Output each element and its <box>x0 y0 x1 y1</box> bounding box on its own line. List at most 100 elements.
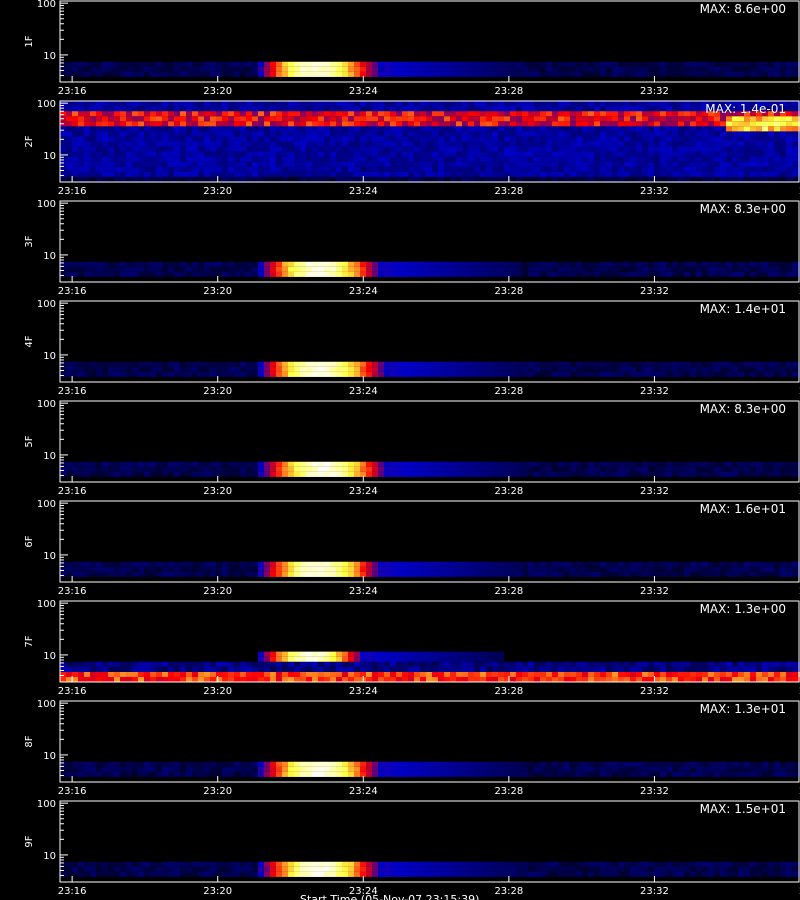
heatmap-cell <box>360 66 366 72</box>
heatmap-cell <box>672 566 678 572</box>
heatmap-cell <box>600 471 606 477</box>
heatmap-cell <box>516 101 522 107</box>
heatmap-cell <box>204 171 210 177</box>
heatmap-cell <box>318 566 324 572</box>
heatmap-cell <box>174 176 180 182</box>
heatmap-cell <box>132 141 138 147</box>
heatmap-cell <box>792 146 798 152</box>
heatmap-cell <box>726 561 732 567</box>
heatmap-cell <box>726 161 732 167</box>
heatmap-cell <box>606 671 612 677</box>
heatmap-cell <box>210 141 216 147</box>
heatmap-cell <box>486 566 492 572</box>
heatmap-cell <box>558 771 564 777</box>
heatmap-cell <box>450 661 456 667</box>
heatmap-cell <box>300 566 306 572</box>
heatmap-cell <box>774 271 780 277</box>
heatmap-cell <box>546 361 552 367</box>
heatmap-cell <box>546 126 552 132</box>
heatmap-cell <box>762 71 768 77</box>
heatmap-cell <box>282 111 288 117</box>
heatmap-cell <box>390 566 396 572</box>
heatmap-cell <box>750 166 756 172</box>
heatmap-cell <box>96 261 102 267</box>
heatmap-cell <box>492 471 498 477</box>
heatmap-cell <box>246 666 252 672</box>
heatmap-cell <box>306 271 312 277</box>
heatmap-cell <box>516 131 522 137</box>
heatmap-cell <box>456 146 462 152</box>
heatmap-cell <box>186 156 192 162</box>
heatmap-cell <box>792 111 798 117</box>
heatmap-cell <box>516 121 522 127</box>
heatmap-cell <box>312 61 318 67</box>
heatmap-cell <box>702 121 708 127</box>
heatmap-cell <box>552 101 558 107</box>
heatmap-cell <box>258 766 264 772</box>
heatmap-cell <box>402 371 408 377</box>
heatmap-cell <box>216 121 222 127</box>
heatmap-cell <box>462 116 468 122</box>
heatmap-cell <box>684 661 690 667</box>
heatmap-cell <box>60 371 66 377</box>
heatmap-cell <box>636 661 642 667</box>
heatmap-cell <box>756 661 762 667</box>
heatmap-cell <box>618 146 624 152</box>
heatmap-cell <box>240 571 246 577</box>
heatmap-cell <box>96 371 102 377</box>
heatmap-5f <box>60 461 800 477</box>
heatmap-cell <box>300 266 306 272</box>
heatmap-cell <box>774 146 780 152</box>
heatmap-cell <box>90 461 96 467</box>
heatmap-cell <box>570 61 576 67</box>
heatmap-cell <box>402 661 408 667</box>
heatmap-cell <box>300 771 306 777</box>
heatmap-cell <box>72 271 78 277</box>
heatmap-cell <box>276 136 282 142</box>
heatmap-cell <box>696 106 702 112</box>
heatmap-cell <box>174 126 180 132</box>
heatmap-cell <box>528 261 534 267</box>
heatmap-cell <box>600 156 606 162</box>
heatmap-cell <box>450 146 456 152</box>
heatmap-cell <box>720 461 726 467</box>
heatmap-cell <box>312 461 318 467</box>
heatmap-cell <box>588 561 594 567</box>
heatmap-cell <box>96 111 102 117</box>
heatmap-cell <box>648 466 654 472</box>
heatmap-cell <box>432 131 438 137</box>
heatmap-cell <box>600 161 606 167</box>
heatmap-cell <box>468 676 474 682</box>
heatmap-cell <box>414 261 420 267</box>
heatmap-cell <box>780 121 786 127</box>
heatmap-cell <box>396 121 402 127</box>
heatmap-cell <box>564 266 570 272</box>
heatmap-cell <box>528 101 534 107</box>
heatmap-cell <box>330 111 336 117</box>
heatmap-cell <box>168 266 174 272</box>
heatmap-cell <box>678 71 684 77</box>
heatmap-cell <box>84 471 90 477</box>
heatmap-cell <box>282 571 288 577</box>
heatmap-cell <box>738 61 744 67</box>
heatmap-cell <box>288 136 294 142</box>
heatmap-cell <box>198 161 204 167</box>
heatmap-cell <box>222 466 228 472</box>
y-tick-label: 10 <box>43 151 56 162</box>
heatmap-cell <box>198 271 204 277</box>
heatmap-cell <box>420 471 426 477</box>
heatmap-cell <box>744 141 750 147</box>
heatmap-cell <box>276 656 282 662</box>
heatmap-cell <box>426 136 432 142</box>
heatmap-cell <box>384 676 390 682</box>
heatmap-cell <box>270 271 276 277</box>
heatmap-cell <box>792 156 798 162</box>
heatmap-cell <box>594 71 600 77</box>
heatmap-cell <box>462 106 468 112</box>
heatmap-cell <box>144 131 150 137</box>
heatmap-cell <box>468 271 474 277</box>
heatmap-cell <box>522 121 528 127</box>
heatmap-cell <box>780 266 786 272</box>
heatmap-cell <box>138 766 144 772</box>
heatmap-cell <box>300 101 306 107</box>
